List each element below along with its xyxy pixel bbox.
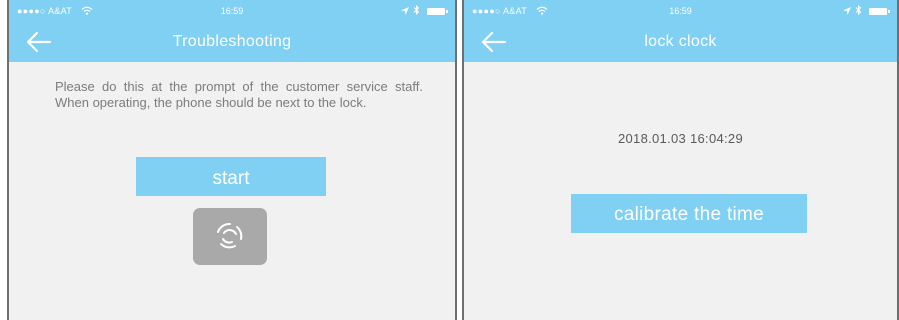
status-right-icons [842,0,890,22]
battery-icon [869,8,890,16]
status-time: 16:59 [669,6,692,16]
page-title: lock clock [644,33,717,50]
instruction-text: Please do this at the prompt of the cust… [55,79,423,110]
nav-bar: lock clock [464,22,897,62]
battery-icon [427,8,448,16]
troubleshooting-screen: ●●●●○ A&AT 16:59 Troubleshooting Please … [7,0,457,320]
status-right-icons [400,0,448,22]
loading-spinner-icon [217,223,243,249]
bluetooth-icon [414,4,420,16]
page-title: Troubleshooting [172,33,292,50]
status-time: 16:59 [220,6,244,16]
bluetooth-icon [856,4,862,16]
status-bar: ●●●●○ A&AT 16:59 [9,0,455,22]
location-arrow-icon [842,7,851,15]
location-arrow-icon [400,7,409,15]
calibrate-time-button[interactable]: calibrate the time [571,194,807,233]
loading-indicator [193,208,267,265]
lock-clock-screen: ●●●●○ A&AT 16:59 lock clock 2018.01.03 1… [462,0,899,320]
start-button[interactable]: start [136,157,326,196]
status-bar: ●●●●○ A&AT 16:59 [464,0,897,22]
nav-bar: Troubleshooting [9,22,455,62]
lock-datetime: 2018.01.03 16:04:29 [618,131,743,146]
